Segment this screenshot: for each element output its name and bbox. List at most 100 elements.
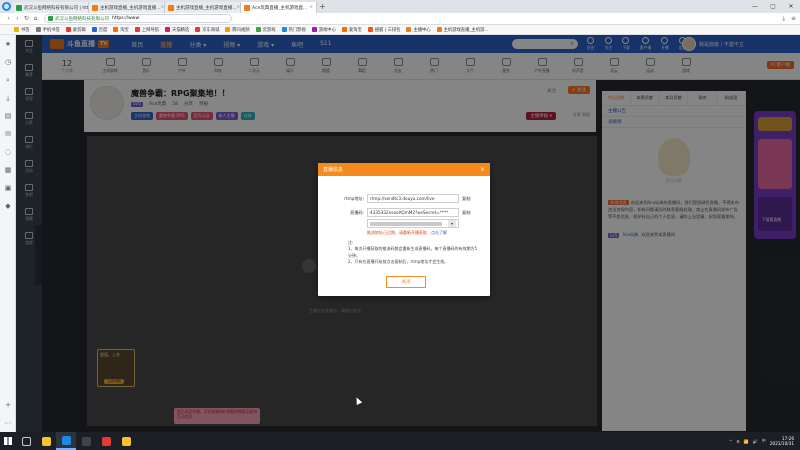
stream-code-field[interactable]: 4335332nsooAQmM2?wsSecret=****	[367, 208, 459, 217]
history-icon[interactable]: ◷	[0, 53, 16, 71]
chevron-down-icon[interactable]: ▾	[448, 220, 456, 227]
bookmark-label: 手机书签	[42, 27, 60, 33]
tab-favicon-icon	[244, 4, 250, 11]
browser-logo-icon[interactable]	[0, 0, 13, 13]
taskbar-app-browser-360[interactable]	[56, 432, 76, 450]
bookmark-icon	[14, 27, 19, 32]
taskbar-app-app-yellow[interactable]	[116, 432, 136, 450]
clock[interactable]: 17:26 2021/10/31	[770, 436, 794, 446]
tab-close-icon[interactable]: ×	[161, 5, 164, 10]
more-icon[interactable]: ⋯	[0, 414, 16, 432]
download-icon[interactable]: ⤓	[782, 15, 785, 23]
forward-icon[interactable]: ›	[13, 15, 22, 22]
taskbar-app-netease[interactable]	[96, 432, 116, 450]
bookmark-icon	[195, 27, 201, 32]
bookmark-item[interactable]: 京东商城	[195, 27, 219, 33]
explorer-icon	[41, 436, 51, 446]
dialog-close-icon[interactable]: ×	[480, 166, 485, 173]
bookmark-item[interactable]: 手机书签	[35, 27, 60, 33]
bookmark-item[interactable]: 上网导航	[134, 27, 160, 33]
download-side-icon[interactable]: ⤓	[0, 89, 16, 107]
stream-code-label: 直播码:	[350, 209, 364, 215]
bookmark-icon	[225, 27, 231, 32]
bookmark-item[interactable]: 主机游戏直播_主机游...	[436, 27, 489, 33]
home-icon[interactable]: ⌂	[31, 15, 40, 22]
bookmark-label: 搜狐 | 三排包	[374, 27, 401, 33]
back-icon[interactable]: ‹	[4, 15, 13, 22]
close-button[interactable]: 关闭	[386, 276, 426, 288]
favorites-icon[interactable]: ★	[0, 35, 16, 53]
add-icon[interactable]: +	[0, 396, 16, 414]
browser-tab[interactable]: 主机游戏直播_主机游戏直播... ×	[165, 2, 241, 13]
warning-text: 推流地址已过期，请重新开播获取	[367, 230, 427, 235]
bookmark-item[interactable]: 云游戏	[255, 27, 276, 33]
bookmark-item[interactable]: 天猫精选	[165, 27, 189, 33]
dialog-header: 直播信息 ×	[318, 163, 490, 176]
bookmark-icon	[281, 27, 287, 32]
chat-icon[interactable]: ◌	[0, 143, 16, 161]
os-taskbar: ^ ⚙ 📶 🔊 中 17:26 2021/10/31	[0, 432, 800, 450]
browser-tab[interactable]: Ace玩典直播_主机游戏直... ×	[241, 2, 317, 13]
bookmark-item[interactable]: 爱淘宝	[341, 27, 362, 33]
browser-tab-bar: 武汉斗鱼网络科技有限公司 | https://www×主机游戏直播_主机游戏直播…	[0, 0, 800, 13]
browser-sidebar: ★ ◷ ⌕ ⤓ ▤ ✉ ◌ ▦ ▣ ◆ + ⋯	[0, 35, 16, 432]
bookmark-item[interactable]: 主播中心	[406, 27, 431, 33]
rtmp-address-field[interactable]: rtmp://sendtc3.douyu.com/live	[367, 194, 459, 203]
close-window-icon[interactable]: ✕	[782, 3, 800, 10]
tray-expand-icon[interactable]: ^	[729, 439, 732, 444]
notes-icon[interactable]: ▤	[0, 107, 16, 125]
copy-rtmp-button[interactable]: 复制	[462, 196, 470, 202]
stream-line-select[interactable]: ▾	[367, 219, 459, 228]
window-controls: — ▢ ✕	[746, 0, 800, 13]
bookmark-label: 游戏中心	[318, 27, 336, 33]
taskbar-app-obs[interactable]	[76, 432, 96, 450]
browser-tab[interactable]: 武汉斗鱼网络科技有限公司 | https://www×	[13, 2, 89, 13]
tab-favicon-icon	[16, 4, 22, 11]
bookmark-label: 京东商城	[202, 27, 220, 33]
minimize-icon[interactable]: —	[746, 3, 764, 10]
new-tab-button[interactable]: +	[317, 2, 328, 13]
ime-icon[interactable]: 中	[762, 438, 766, 444]
network-icon[interactable]: 📶	[744, 439, 749, 444]
bookmark-item[interactable]: 爱剪辑	[65, 27, 86, 33]
url-text: https://www	[112, 16, 140, 21]
bookmark-item[interactable]: 书签	[14, 27, 30, 33]
tab-close-icon[interactable]: ×	[237, 5, 240, 10]
tab-label: 武汉斗鱼网络科技有限公司 | https://www	[24, 5, 89, 11]
reload-icon[interactable]: ↻	[22, 15, 31, 22]
bookmark-item[interactable]: 腾讯视频	[225, 27, 250, 33]
lock-icon	[48, 16, 53, 21]
obs-icon	[81, 436, 91, 446]
bookmark-icon	[255, 27, 261, 32]
bookmark-icon	[311, 27, 317, 32]
bookmark-item[interactable]: 游戏中心	[311, 27, 336, 33]
learn-more-link[interactable]: 点击了解	[431, 230, 447, 235]
bookmark-item[interactable]: 淘宝	[113, 27, 129, 33]
browser-tab[interactable]: 主机游戏直播_主机游戏直播... ×	[89, 2, 165, 13]
tray-settings-icon[interactable]: ⚙	[736, 439, 740, 444]
url-input[interactable]: 武汉斗鱼网络科技有限公司 https://www	[44, 14, 232, 23]
bookmark-item[interactable]: 百度	[91, 27, 108, 33]
bookmark-icon	[35, 27, 41, 32]
copy-code-button[interactable]: 复制	[462, 210, 470, 216]
task-view-icon[interactable]	[16, 432, 36, 450]
mail-icon[interactable]: ✉	[0, 125, 16, 143]
bookmark-label: 主机游戏直播_主机游...	[443, 27, 489, 33]
calendar-icon[interactable]: ▣	[0, 179, 16, 197]
apps-icon[interactable]: ▦	[0, 161, 16, 179]
maximize-icon[interactable]: ▢	[764, 3, 782, 10]
bookmark-label: 书签	[21, 27, 30, 33]
tab-close-icon[interactable]: ×	[309, 5, 313, 10]
game-icon[interactable]: ◆	[0, 197, 16, 215]
start-button[interactable]	[0, 432, 16, 450]
bookmark-label: 百度	[98, 27, 108, 33]
volume-icon[interactable]: 🔊	[753, 439, 758, 444]
bookmark-label: 爱淘宝	[348, 27, 362, 33]
menu-icon[interactable]: ≡	[791, 15, 796, 23]
search-icon[interactable]: ⌕	[0, 71, 16, 89]
bookmark-item[interactable]: 搜狐 | 三排包	[367, 27, 401, 33]
desktop-window: 武汉斗鱼网络科技有限公司 | https://www×主机游戏直播_主机游戏直播…	[0, 0, 800, 450]
taskbar-app-explorer[interactable]	[36, 432, 56, 450]
bookmark-label: 上网导航	[141, 27, 160, 33]
bookmark-item[interactable]: 热门影视	[281, 27, 306, 33]
